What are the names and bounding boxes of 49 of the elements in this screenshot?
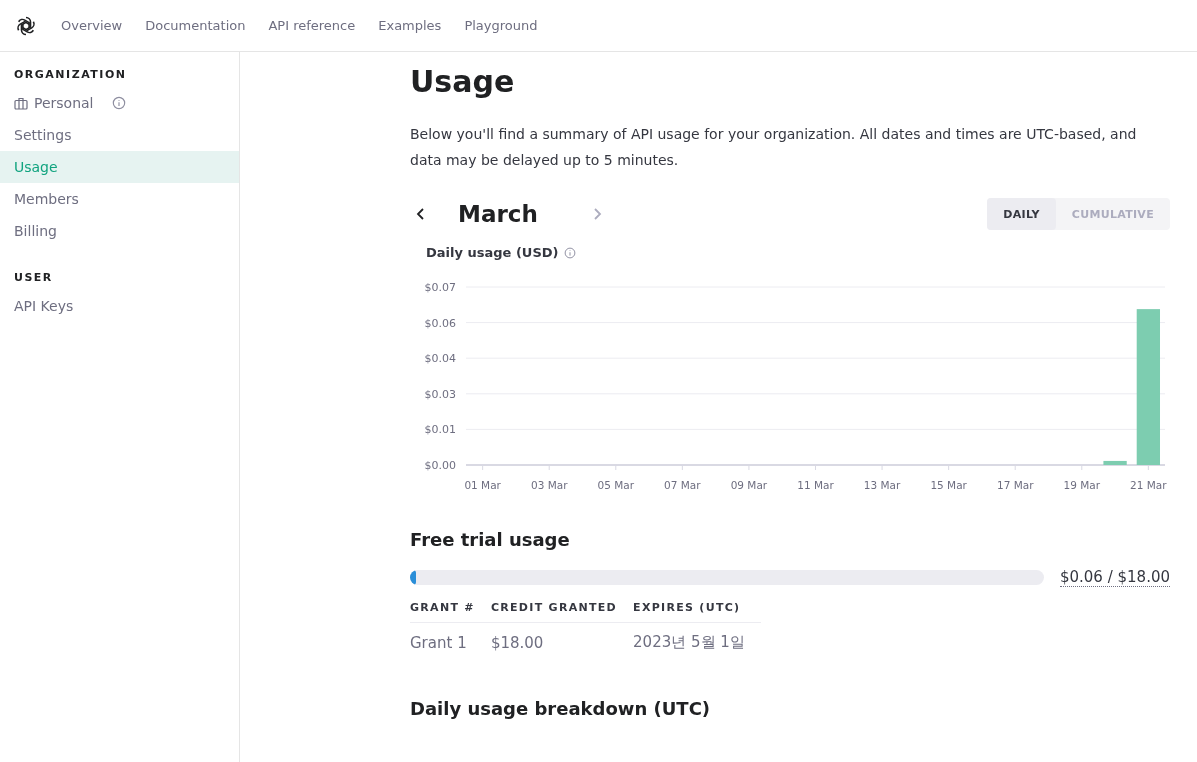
nav-link[interactable]: API reference bbox=[268, 18, 356, 33]
nav-link[interactable]: Overview bbox=[61, 18, 123, 33]
section-heading: ORGANIZATION bbox=[13, 67, 128, 83]
chevron-left-icon[interactable] bbox=[416, 207, 426, 221]
section-heading: USER bbox=[13, 270, 54, 286]
axis-label: $0.07 bbox=[424, 281, 456, 294]
sidebar-item[interactable]: API Keys bbox=[0, 290, 239, 322]
axis-label: 09 Mar bbox=[730, 479, 768, 491]
sidebar-item[interactable]: Billing bbox=[0, 215, 239, 247]
axis-label: $0.01 bbox=[424, 423, 456, 437]
page-title: Usage bbox=[410, 64, 516, 99]
nav-link[interactable]: Documentation bbox=[145, 18, 246, 33]
briefcase-icon bbox=[14, 96, 28, 110]
axis-label: $0.04 bbox=[424, 352, 456, 366]
chart-bar bbox=[1103, 460, 1127, 465]
sidebar-item[interactable]: Members bbox=[0, 183, 239, 215]
description-text: Below you'll find a summary of API usage for your organization. All dates and times are UTC-based, and data may be delayed up to 5 minutes. bbox=[410, 125, 1138, 170]
table-cell: 2023년 5월 1일 bbox=[633, 622, 761, 652]
axis-label: 17 Mar bbox=[996, 479, 1034, 491]
nav-link[interactable]: Examples bbox=[378, 18, 442, 33]
column-header: EXPIRES (UTC) bbox=[633, 601, 761, 623]
sidebar-item[interactable]: Settings bbox=[0, 119, 239, 151]
section-title: Daily usage breakdown (UTC) bbox=[410, 698, 712, 719]
organization-selector[interactable]: Personal bbox=[0, 87, 239, 119]
table-cell: Grant 1 bbox=[410, 622, 491, 652]
axis-label: 11 Mar bbox=[797, 479, 834, 491]
info-icon bbox=[111, 96, 126, 110]
table-cell: $18.00 bbox=[490, 622, 634, 652]
axis-label: 03 Mar bbox=[530, 479, 568, 491]
section-title: Free trial usage bbox=[410, 529, 571, 550]
mode-tab[interactable]: DAILY bbox=[987, 198, 1056, 230]
axis-label: 01 Mar bbox=[464, 479, 501, 491]
column-header: GRANT # bbox=[410, 601, 491, 623]
month-label: March bbox=[457, 201, 539, 227]
usage-reading: $0.06 / $18.00 bbox=[1059, 568, 1170, 587]
axis-label: $0.03 bbox=[424, 387, 456, 401]
chart-title: Daily usage (USD) bbox=[426, 245, 559, 260]
axis-label: 19 Mar bbox=[1063, 479, 1101, 491]
axis-label: 15 Mar bbox=[930, 479, 967, 491]
axis-label: 13 Mar bbox=[863, 479, 901, 491]
axis-label: 07 Mar bbox=[664, 479, 701, 491]
axis-label: 21 Mar bbox=[1130, 479, 1167, 491]
axis-label: $0.06 bbox=[424, 316, 456, 330]
info-icon bbox=[564, 246, 577, 259]
axis-label: $0.00 bbox=[424, 459, 456, 472]
nav-link[interactable]: Playground bbox=[464, 18, 538, 33]
sidebar-item[interactable]: Usage bbox=[0, 151, 239, 183]
column-header: CREDIT GRANTED bbox=[490, 601, 634, 623]
axis-label: 05 Mar bbox=[597, 479, 635, 491]
